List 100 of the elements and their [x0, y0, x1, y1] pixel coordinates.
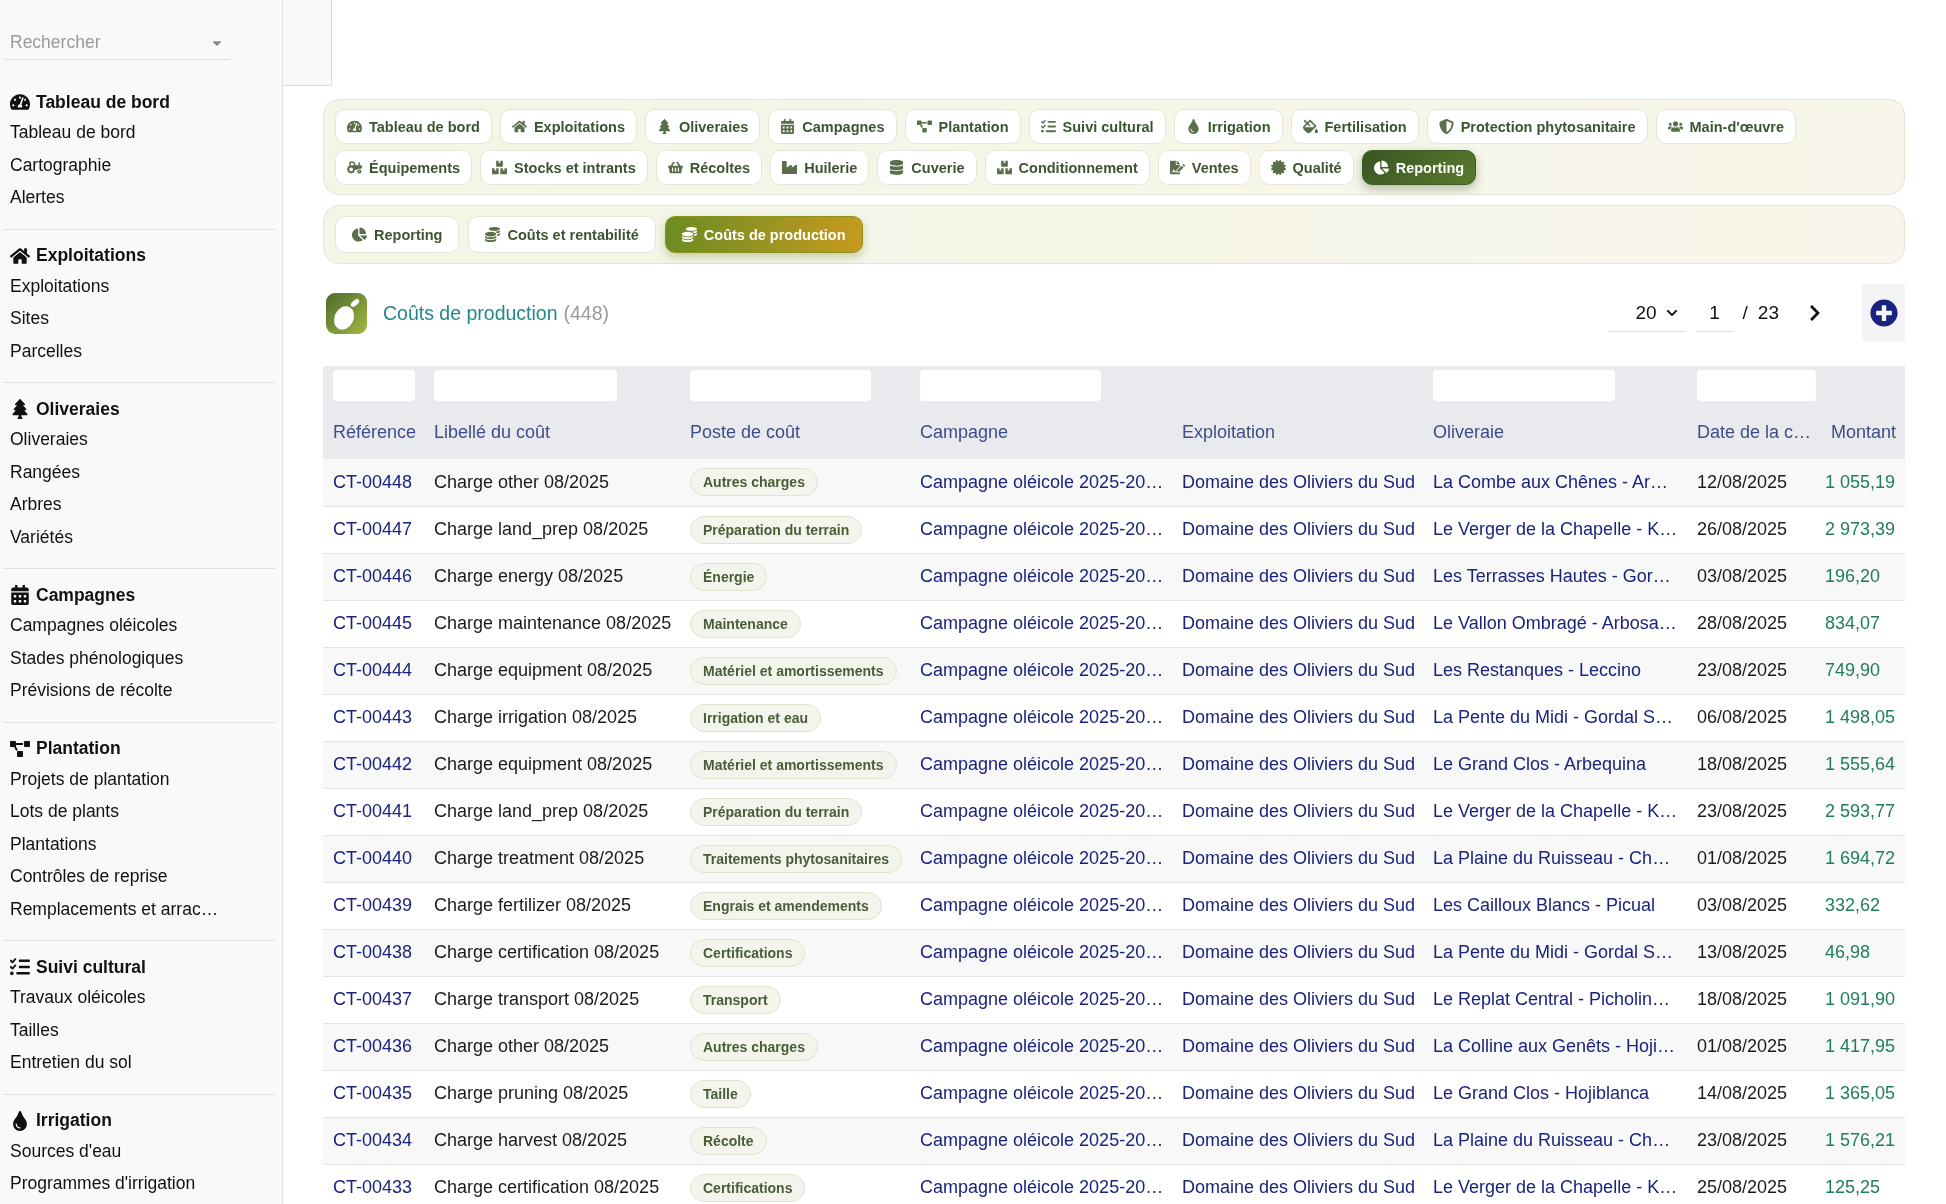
olive-grove-link[interactable]: Le Grand Clos - Hojiblanca	[1433, 1083, 1650, 1103]
reference-link[interactable]: CT-00437	[333, 989, 413, 1009]
reference-link[interactable]: CT-00435	[333, 1083, 413, 1103]
olive-grove-link[interactable]: Le Vallon Ombragé - Arbosa…	[1433, 613, 1677, 633]
sub-tab[interactable]: Reporting	[335, 216, 460, 253]
olive-grove-link[interactable]: Le Verger de la Chapelle - K…	[1433, 1177, 1678, 1197]
olive-grove-link[interactable]: Le Verger de la Chapelle - K…	[1433, 801, 1678, 821]
module-tab[interactable]: Oliveraies	[644, 109, 761, 144]
farm-link[interactable]: Domaine des Oliviers du Sud	[1182, 471, 1416, 492]
campaign-link[interactable]: Campagne oléicole 2025-20…	[920, 801, 1164, 821]
campaign-link[interactable]: Campagne oléicole 2025-20…	[920, 660, 1164, 680]
farm-link[interactable]: Domaine des Oliviers du Sud	[1182, 1177, 1416, 1197]
campaign-link[interactable]: Campagne oléicole 2025-20…	[920, 707, 1164, 727]
module-tab[interactable]: Main-d'œuvre	[1655, 109, 1796, 144]
campaign-link[interactable]: Campagne oléicole 2025-20…	[920, 895, 1164, 915]
module-tab[interactable]: Fertilisation	[1290, 109, 1419, 144]
module-tab[interactable]: Ventes	[1157, 150, 1251, 185]
reference-link[interactable]: CT-00440	[333, 848, 413, 868]
farm-link[interactable]: Domaine des Oliviers du Sud	[1182, 1083, 1416, 1103]
olive-grove-link[interactable]: La Pente du Midi - Gordal S…	[1433, 707, 1674, 727]
add-button[interactable]	[1862, 284, 1905, 342]
campaign-link[interactable]: Campagne oléicole 2025-20…	[920, 1036, 1164, 1056]
module-tab[interactable]: Irrigation	[1173, 109, 1283, 144]
sidebar-item[interactable]: Alertes	[3, 187, 276, 220]
sidebar-item[interactable]: Contrôles de reprise	[3, 866, 276, 899]
reference-link[interactable]: CT-00434	[333, 1130, 413, 1150]
column-header[interactable]: Campagne	[920, 422, 1009, 442]
sidebar-item[interactable]: Arbres	[3, 494, 276, 527]
farm-link[interactable]: Domaine des Oliviers du Sud	[1182, 1130, 1416, 1150]
campaign-link[interactable]: Campagne oléicole 2025-20…	[920, 519, 1164, 539]
olive-grove-link[interactable]: Le Replat Central - Picholin…	[1433, 989, 1671, 1009]
sidebar-item[interactable]: Sites	[3, 308, 276, 341]
reference-link[interactable]: CT-00444	[333, 660, 413, 680]
module-tab[interactable]: Conditionnement	[984, 150, 1150, 185]
sidebar-item[interactable]: Parcelles	[3, 340, 276, 373]
reference-link[interactable]: CT-00446	[333, 566, 413, 586]
sidebar-item[interactable]: Sources d'eau	[3, 1140, 276, 1173]
column-header[interactable]: Libellé du coût	[434, 422, 551, 442]
column-header[interactable]: Poste de coût	[690, 422, 801, 442]
farm-link[interactable]: Domaine des Oliviers du Sud	[1182, 707, 1416, 727]
campaign-link[interactable]: Campagne oléicole 2025-20…	[920, 989, 1164, 1009]
farm-link[interactable]: Domaine des Oliviers du Sud	[1182, 660, 1416, 680]
sidebar-item[interactable]: Remplacements et arrac…	[3, 898, 276, 931]
olive-grove-link[interactable]: La Plaine du Ruisseau - Ch…	[1433, 848, 1671, 868]
module-tab[interactable]: Stocks et intrants	[480, 150, 648, 185]
sidebar-item[interactable]: Oliveraies	[3, 429, 276, 462]
olive-grove-link[interactable]: Les Terrasses Hautes - Gor…	[1433, 566, 1671, 586]
reference-link[interactable]: CT-00448	[333, 471, 413, 492]
campaign-link[interactable]: Campagne oléicole 2025-20…	[920, 1130, 1164, 1150]
page-size-select[interactable]: 20	[1607, 294, 1686, 332]
reference-link[interactable]: CT-00445	[333, 613, 413, 633]
module-tab[interactable]: Cuverie	[877, 150, 977, 185]
farm-link[interactable]: Domaine des Oliviers du Sud	[1182, 754, 1416, 774]
module-tab[interactable]: Reporting	[1361, 150, 1477, 185]
campaign-link[interactable]: Campagne oléicole 2025-20…	[920, 1177, 1164, 1197]
farm-link[interactable]: Domaine des Oliviers du Sud	[1182, 848, 1416, 868]
olive-grove-link[interactable]: Le Verger de la Chapelle - K…	[1433, 519, 1678, 539]
column-header[interactable]: Exploitation	[1182, 422, 1276, 442]
olive-grove-link[interactable]: Les Cailloux Blancs - Picual	[1433, 895, 1656, 915]
campaign-link[interactable]: Campagne oléicole 2025-20…	[920, 942, 1164, 962]
column-header[interactable]: Montant	[1831, 422, 1897, 442]
sidebar-item[interactable]: Tableau de bord	[3, 122, 276, 155]
farm-link[interactable]: Domaine des Oliviers du Sud	[1182, 613, 1416, 633]
sub-tab[interactable]: Coûts et rentabilité	[468, 216, 656, 253]
sidebar-item[interactable]: Variétés	[3, 526, 276, 559]
module-tab[interactable]: Tableau de bord	[335, 109, 492, 144]
olive-grove-link[interactable]: La Pente du Midi - Gordal S…	[1433, 942, 1674, 962]
campaign-link[interactable]: Campagne oléicole 2025-20…	[920, 754, 1164, 774]
reference-link[interactable]: CT-00438	[333, 942, 413, 962]
campaign-link[interactable]: Campagne oléicole 2025-20…	[920, 566, 1164, 586]
reference-link[interactable]: CT-00443	[333, 707, 413, 727]
olive-grove-link[interactable]: La Plaine du Ruisseau - Ch…	[1433, 1130, 1671, 1150]
farm-link[interactable]: Domaine des Oliviers du Sud	[1182, 989, 1416, 1009]
campaign-link[interactable]: Campagne oléicole 2025-20…	[920, 1083, 1164, 1103]
sidebar-item[interactable]: Cartographie	[3, 154, 276, 187]
sidebar-item[interactable]: Entretien du sol	[3, 1052, 276, 1085]
olive-grove-link[interactable]: La Colline aux Genêts - Hoji…	[1433, 1036, 1676, 1056]
sidebar-item[interactable]: Stades phénologiques	[3, 647, 276, 680]
reference-link[interactable]: CT-00439	[333, 895, 413, 915]
module-tab[interactable]: Qualité	[1258, 150, 1354, 185]
sidebar-item[interactable]: Rangées	[3, 461, 276, 494]
farm-link[interactable]: Domaine des Oliviers du Sud	[1182, 895, 1416, 915]
campaign-link[interactable]: Campagne oléicole 2025-20…	[920, 471, 1164, 492]
sidebar-item[interactable]: Campagnes oléicoles	[3, 615, 276, 648]
reference-link[interactable]: CT-00441	[333, 801, 413, 821]
farm-link[interactable]: Domaine des Oliviers du Sud	[1182, 1036, 1416, 1056]
olive-grove-link[interactable]: La Combe aux Chênes - Ar…	[1433, 471, 1669, 492]
column-header[interactable]: Date de la c…	[1697, 422, 1812, 442]
reference-link[interactable]: CT-00442	[333, 754, 413, 774]
module-tab[interactable]: Huilerie	[770, 150, 870, 185]
farm-link[interactable]: Domaine des Oliviers du Sud	[1182, 942, 1416, 962]
column-header[interactable]: Référence	[333, 422, 417, 442]
column-header[interactable]: Oliveraie	[1433, 422, 1505, 442]
sidebar-item[interactable]: Plantations	[3, 833, 276, 866]
sidebar-item[interactable]: Tailles	[3, 1019, 276, 1052]
reference-link[interactable]: CT-00447	[333, 519, 413, 539]
sidebar-item[interactable]: Prévisions de récolte	[3, 680, 276, 713]
sidebar-item[interactable]: Travaux oléicoles	[3, 987, 276, 1020]
farm-link[interactable]: Domaine des Oliviers du Sud	[1182, 566, 1416, 586]
module-tab[interactable]: Suivi cultural	[1028, 109, 1166, 144]
